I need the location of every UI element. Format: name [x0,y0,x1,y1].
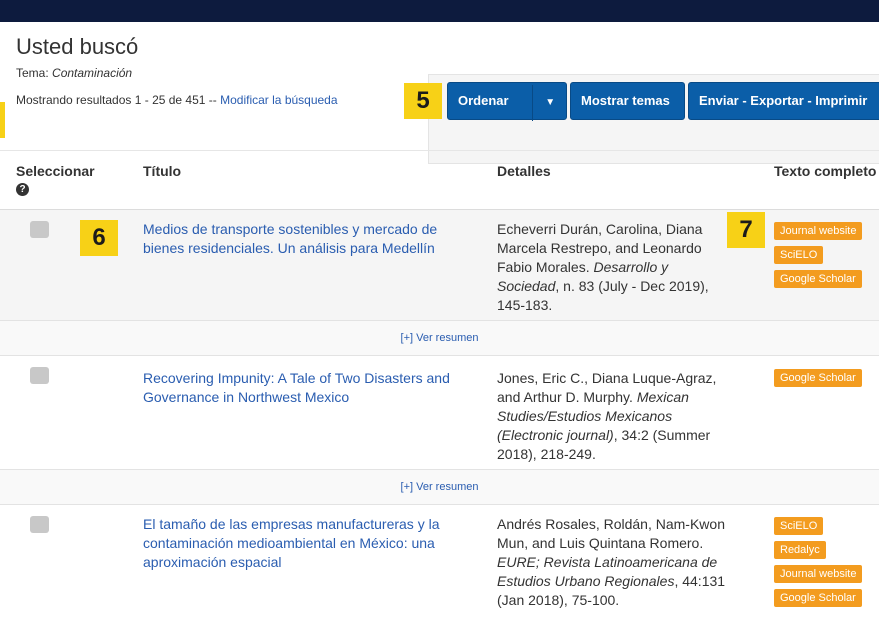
result-title-link[interactable]: Medios de transporte sostenibles y merca… [143,220,461,258]
view-abstract-toggle[interactable]: [+] Ver resumen [0,469,879,505]
table-row: Recovering Impunity: A Tale of Two Disas… [0,356,879,469]
column-title[interactable]: Título [143,163,181,179]
search-topic: Tema: Contaminación [16,66,132,80]
results-count: Mostrando resultados 1 - 25 de 451 -- [16,93,217,107]
left-marker [0,102,5,138]
select-checkbox[interactable] [30,516,49,533]
result-title-link[interactable]: Recovering Impunity: A Tale of Two Disas… [143,369,461,407]
result-details: Andrés Rosales, Roldán, Nam-Kwon Mun, an… [497,515,729,610]
callout-badge-6: 6 [80,220,118,256]
order-dropdown-button[interactable]: Ordenar ▼ [447,82,567,121]
callout-badge-5: 5 [404,83,442,119]
redalyc-link[interactable]: Redalyc [774,541,826,559]
select-checkbox[interactable] [30,221,49,238]
select-checkbox[interactable] [30,367,49,384]
google-scholar-link[interactable]: Google Scholar [774,270,862,288]
column-select: Seleccionar [16,163,95,179]
table-row: 6 Medios de transporte sostenibles y mer… [0,210,879,320]
fulltext-links: Journal website SciELO Google Scholar [774,221,879,293]
callout-badge-7: 7 [727,212,765,248]
order-label: Ordenar [458,93,509,108]
send-export-print-button[interactable]: Enviar - Exportar - Imprimir [688,82,879,120]
chevron-down-icon[interactable]: ▼ [532,85,555,121]
result-authors: Andrés Rosales, Roldán, Nam-Kwon Mun, an… [497,516,725,551]
fulltext-links: Google Scholar [774,368,879,392]
view-abstract-toggle[interactable]: [+] Ver resumen [0,320,879,356]
results-summary: Mostrando resultados 1 - 25 de 451 -- Mo… [16,93,338,107]
journal-website-link[interactable]: Journal website [774,222,863,240]
topic-label: Tema: [16,66,49,80]
modify-search-link[interactable]: Modificar la búsqueda [220,93,337,107]
scielo-link[interactable]: SciELO [774,246,824,264]
page-title: Usted buscó [16,34,139,59]
google-scholar-link[interactable]: Google Scholar [774,369,862,387]
show-topics-button[interactable]: Mostrar temas [570,82,685,120]
scielo-link[interactable]: SciELO [774,517,824,535]
table-row: El tamaño de las empresas manufactureras… [0,505,879,626]
result-details: Echeverri Durán, Carolina, Diana Marcela… [497,220,729,315]
google-scholar-link[interactable]: Google Scholar [774,589,862,607]
column-details: Detalles [497,163,551,179]
help-icon[interactable]: ? [16,183,29,196]
result-title-link[interactable]: El tamaño de las empresas manufactureras… [143,515,461,572]
result-details: Jones, Eric C., Diana Luque-Agraz, and A… [497,369,729,464]
topic-value: Contaminación [52,66,133,80]
column-fulltext: Texto completo [774,163,877,179]
results-table-header: Seleccionar ? Título Detalles Texto comp… [0,150,879,210]
journal-website-link[interactable]: Journal website [774,565,863,583]
fulltext-links: SciELO Redalyc Journal website Google Sc… [774,516,879,612]
search-results-panel: Usted buscó Tema: Contaminación Mostrand… [0,22,879,626]
